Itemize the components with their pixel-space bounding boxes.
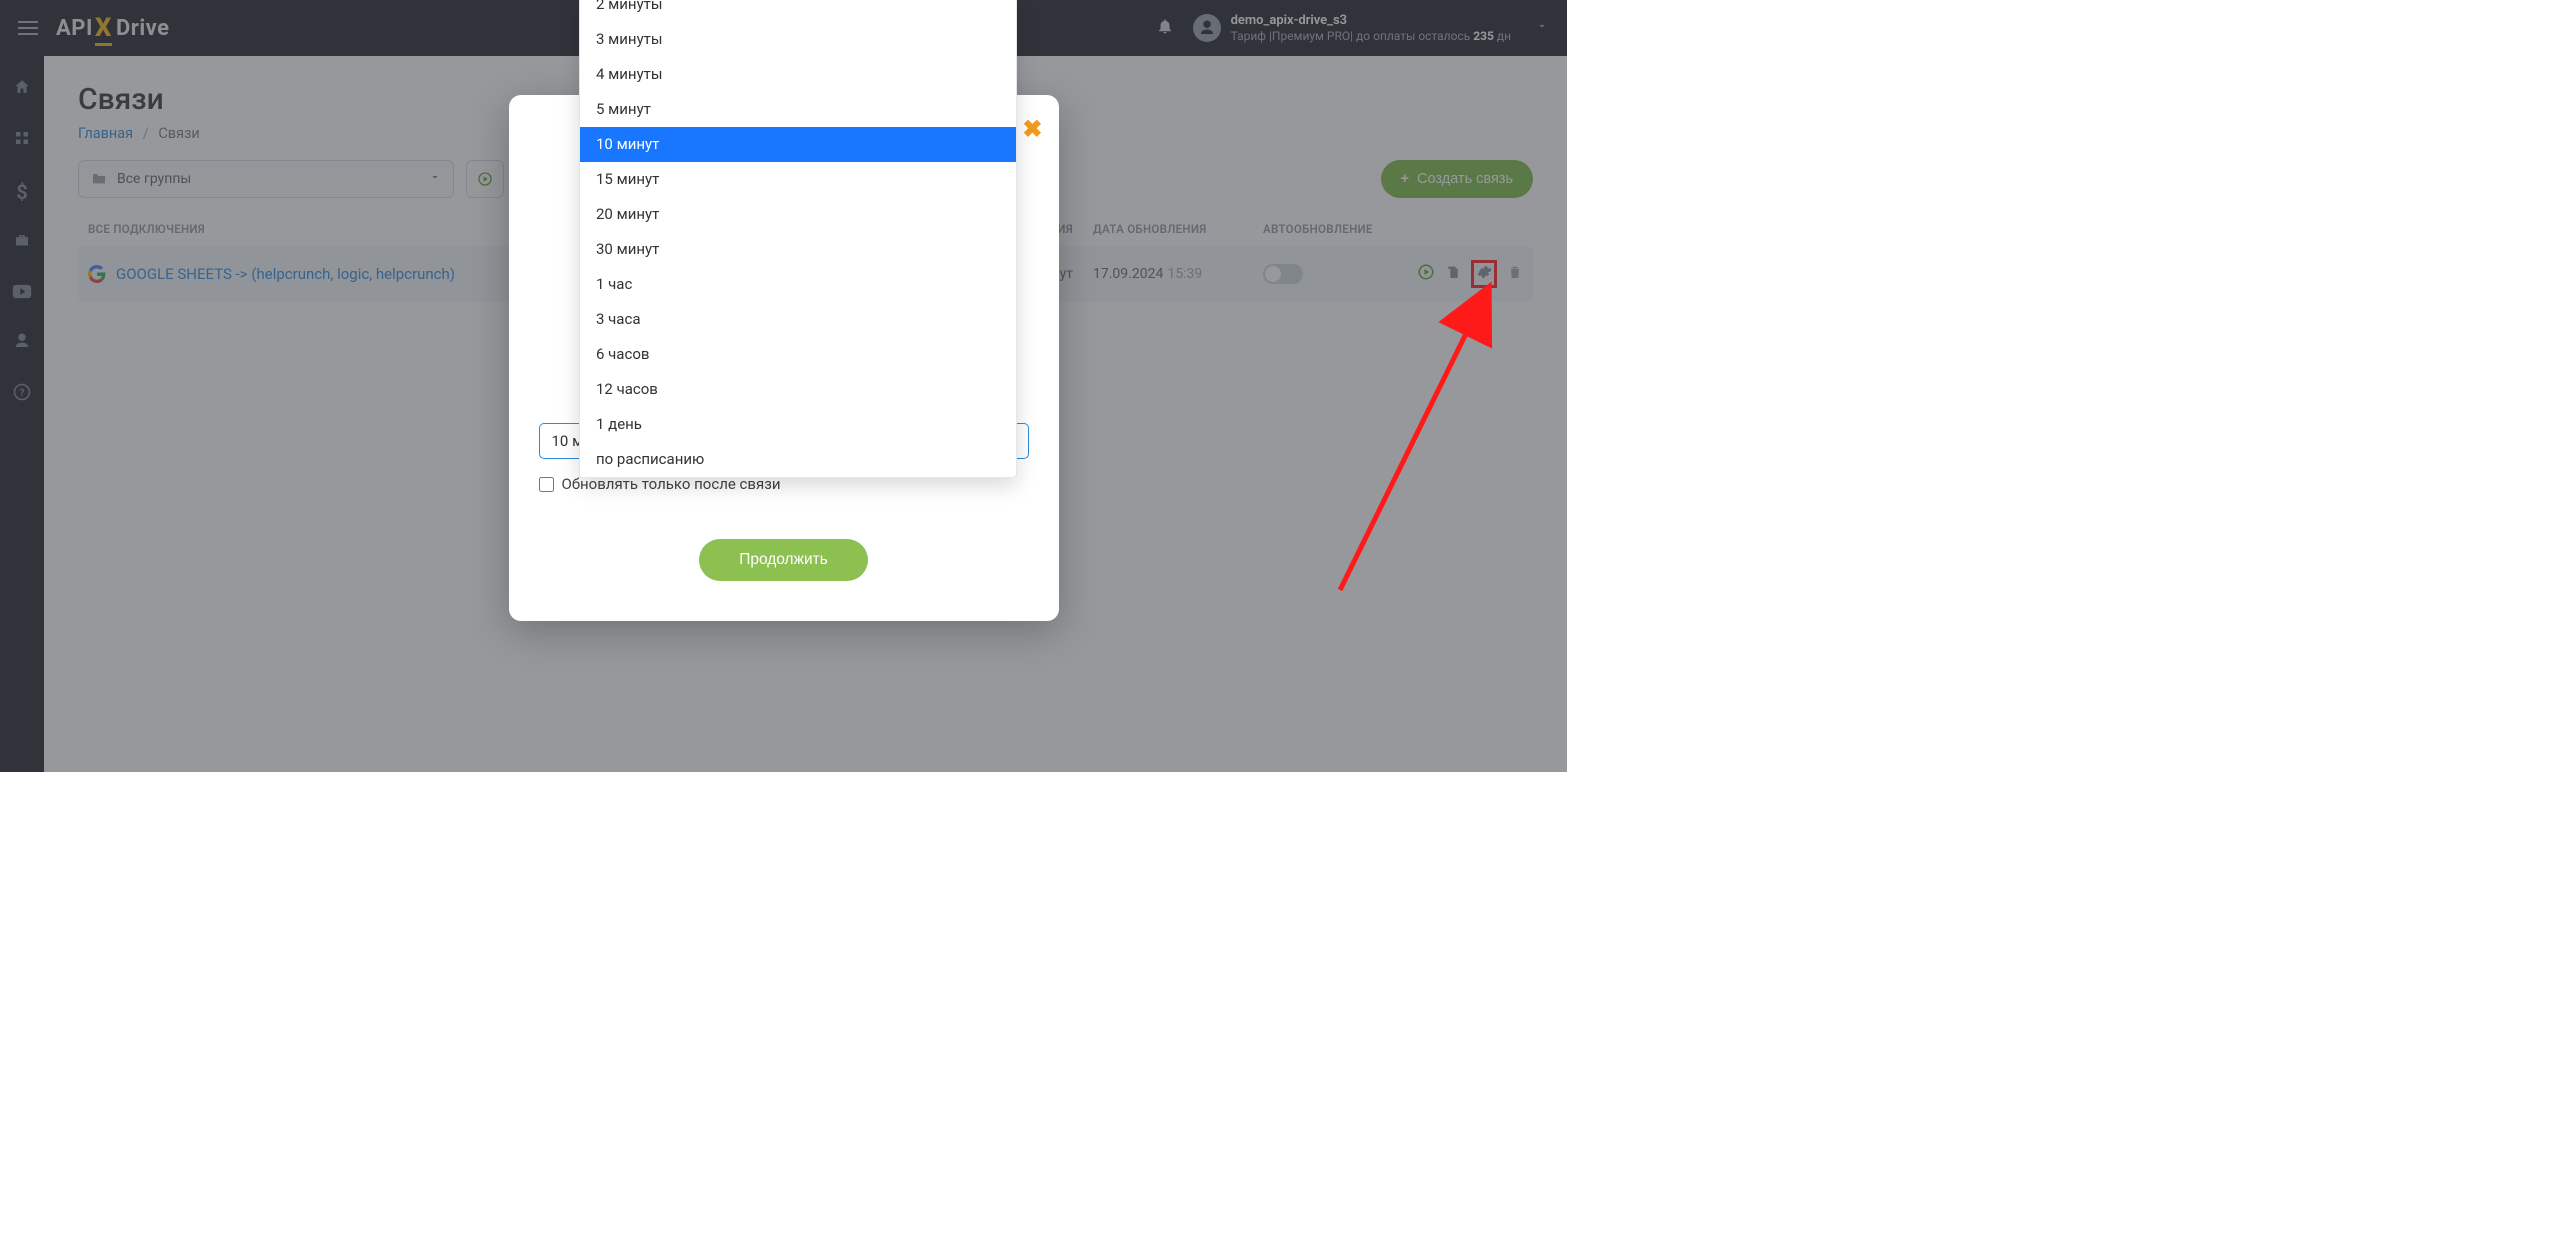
- continue-button[interactable]: Продолжить: [699, 539, 868, 581]
- interval-option[interactable]: 2 минуты: [580, 0, 1016, 22]
- interval-option[interactable]: 30 минут: [580, 232, 1016, 267]
- interval-option[interactable]: по расписанию: [580, 442, 1016, 477]
- interval-option[interactable]: 5 минут: [580, 92, 1016, 127]
- close-icon[interactable]: ✖: [1022, 117, 1042, 141]
- interval-option[interactable]: 15 минут: [580, 162, 1016, 197]
- interval-option[interactable]: 1 час: [580, 267, 1016, 302]
- interval-option[interactable]: 6 часов: [580, 337, 1016, 372]
- interval-option[interactable]: 3 минуты: [580, 22, 1016, 57]
- interval-option[interactable]: 1 день: [580, 407, 1016, 442]
- update-after-link-checkbox[interactable]: [539, 477, 554, 492]
- interval-option[interactable]: 3 часа: [580, 302, 1016, 337]
- interval-option[interactable]: 12 часов: [580, 372, 1016, 407]
- interval-option[interactable]: 20 минут: [580, 197, 1016, 232]
- interval-dropdown[interactable]: 2 минуты3 минуты4 минуты5 минут10 минут1…: [579, 0, 1017, 478]
- interval-option[interactable]: 4 минуты: [580, 57, 1016, 92]
- interval-option[interactable]: 10 минут: [580, 127, 1016, 162]
